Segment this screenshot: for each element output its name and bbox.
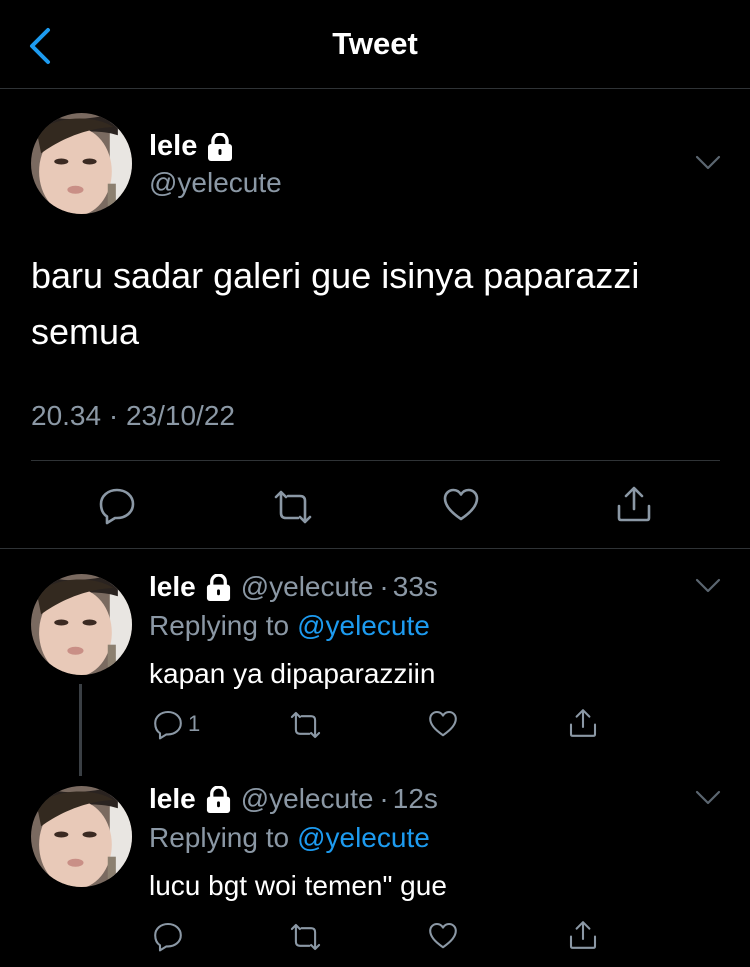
- reply-age: 33s: [392, 571, 438, 602]
- divider: [0, 548, 750, 549]
- reply-age: 12s: [392, 783, 438, 814]
- reply-icon: [152, 708, 184, 740]
- retweet-button[interactable]: [270, 487, 316, 527]
- author-name[interactable]: lele: [149, 571, 196, 603]
- avatar[interactable]: [31, 574, 132, 675]
- reply-text: lucu bgt woi temen" gue: [149, 870, 447, 901]
- chevron-down-icon[interactable]: [695, 155, 721, 171]
- share-icon: [567, 919, 599, 951]
- lock-icon: [204, 574, 233, 601]
- retweet-button[interactable]: [287, 921, 324, 953]
- replying-label: Replying to: [149, 822, 290, 853]
- tweet-text: baru sadar galeri gue isinya paparazzi s…: [31, 255, 640, 352]
- top-bar: Tweet: [0, 0, 750, 89]
- avatar[interactable]: [31, 113, 132, 214]
- share-icon: [614, 484, 654, 524]
- replying-mention[interactable]: @yelecute: [297, 822, 430, 854]
- author-handle[interactable]: @yelecute: [241, 571, 374, 603]
- share-icon: [567, 707, 599, 739]
- like-button[interactable]: [427, 920, 459, 952]
- retweet-icon: [287, 709, 324, 741]
- chevron-down-icon[interactable]: [695, 790, 721, 806]
- separator: ·: [379, 783, 389, 814]
- author-name[interactable]: lele: [149, 783, 196, 815]
- reply-icon: [97, 485, 137, 525]
- author-name[interactable]: lele: [149, 130, 197, 163]
- author-name-row: lele: [149, 130, 235, 163]
- thread-line: [79, 684, 82, 776]
- share-button[interactable]: [567, 919, 599, 951]
- lock-icon: [205, 133, 235, 161]
- reply-button[interactable]: [97, 485, 137, 525]
- like-icon: [427, 920, 459, 952]
- tweet-time: 20.34: [31, 400, 102, 431]
- like-button[interactable]: [441, 485, 481, 525]
- reply-icon: [152, 920, 184, 952]
- lock-icon: [204, 786, 233, 813]
- retweet-icon: [270, 487, 316, 527]
- like-icon: [441, 485, 481, 525]
- timestamp-separator: ·: [108, 400, 119, 431]
- replying-mention[interactable]: @yelecute: [297, 610, 430, 642]
- separator: ·: [379, 571, 389, 602]
- author-handle[interactable]: @yelecute: [241, 783, 374, 815]
- avatar[interactable]: [31, 786, 132, 887]
- reply-button[interactable]: [152, 920, 184, 952]
- replying-label: Replying to: [149, 610, 290, 641]
- page-title: Tweet: [332, 26, 418, 61]
- retweet-icon: [287, 921, 324, 953]
- reply-button[interactable]: 1: [152, 708, 200, 740]
- retweet-button[interactable]: [287, 709, 324, 741]
- like-button[interactable]: [427, 708, 459, 740]
- replying-to: Replying to @yelecute: [149, 822, 430, 854]
- like-icon: [427, 708, 459, 740]
- share-button[interactable]: [614, 484, 654, 524]
- author-handle[interactable]: @yelecute: [149, 167, 282, 199]
- reply-text: kapan ya dipaparazziin: [149, 658, 436, 689]
- reply-header: lele @yelecute · 33s: [149, 571, 438, 603]
- tweet-timestamp: 20.34 · 23/10/22: [31, 400, 235, 432]
- replying-to: Replying to @yelecute: [149, 610, 430, 642]
- divider: [31, 460, 720, 461]
- reply-header: lele @yelecute · 12s: [149, 783, 438, 815]
- share-button[interactable]: [567, 707, 599, 739]
- reply-count: 1: [188, 711, 201, 736]
- chevron-down-icon[interactable]: [695, 578, 721, 594]
- tweet-date: 23/10/22: [125, 400, 235, 431]
